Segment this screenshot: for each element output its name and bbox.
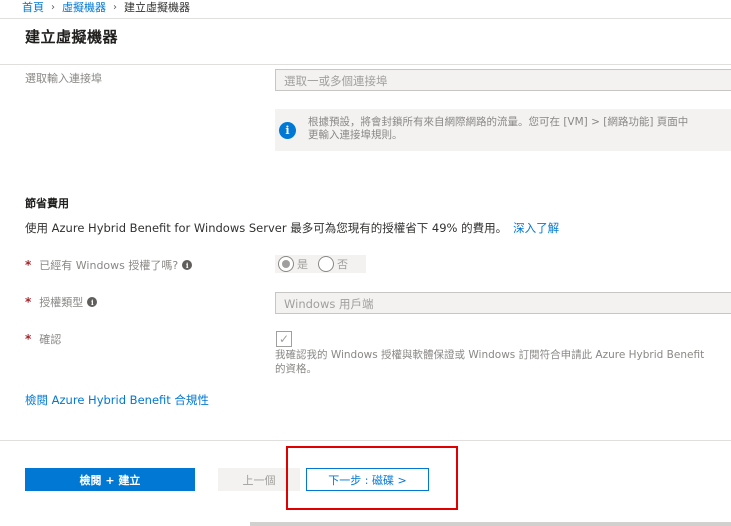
confirm-label: * 確認 — [25, 332, 62, 346]
required-asterisk: * — [25, 258, 32, 272]
breadcrumb: 首頁 › 虛擬機器 › 建立虛擬機器 — [22, 0, 190, 14]
learn-more-link[interactable]: 深入了解 — [513, 221, 559, 235]
title-divider — [0, 64, 731, 65]
info-icon[interactable]: i — [182, 260, 193, 270]
inbound-ports-select[interactable]: 選取一或多個連接埠 — [275, 69, 731, 91]
info-icon[interactable]: i — [87, 297, 98, 307]
required-asterisk: * — [25, 332, 32, 346]
license-type-label: * 授權類型 i — [25, 294, 98, 310]
confirm-text: 我確認我的 Windows 授權與軟體保證或 Windows 訂閱符合申請此 A… — [275, 349, 705, 375]
breadcrumb-virtual-machines[interactable]: 虛擬機器 — [62, 1, 106, 14]
required-asterisk: * — [25, 295, 32, 309]
inbound-ports-info-box: i 根據預設，將會封鎖所有來自網際網路的流量。您可在 [VM] > [網路功能]… — [275, 109, 731, 151]
radio-option-yes[interactable]: 是 — [278, 256, 308, 272]
savings-section-title: 節省費用 — [25, 197, 69, 210]
next-disks-button[interactable]: 下一步 : 磁碟 > — [306, 468, 429, 491]
savings-description: 使用 Azure Hybrid Benefit for Windows Serv… — [25, 221, 560, 235]
breadcrumb-home[interactable]: 首頁 — [22, 1, 44, 14]
header-divider — [0, 18, 731, 19]
breadcrumb-current: 建立虛擬機器 — [124, 0, 190, 14]
info-text: 根據預設，將會封鎖所有來自網際網路的流量。您可在 [VM] > [網路功能] 頁… — [308, 116, 689, 141]
radio-option-no[interactable]: 否 — [318, 256, 348, 272]
breadcrumb-separator: › — [51, 1, 55, 13]
footer-divider — [0, 440, 731, 441]
license-type-select[interactable]: Windows 用戶端 — [275, 292, 731, 314]
review-create-button[interactable]: 檢閱 + 建立 — [25, 468, 195, 491]
info-icon: i — [279, 122, 296, 139]
previous-button[interactable]: 上一個 — [218, 468, 300, 491]
compliance-link[interactable]: 檢閱 Azure Hybrid Benefit 合規性 — [25, 392, 209, 408]
radio-button-yes[interactable] — [278, 256, 294, 272]
has-license-radio-group: 是 否 — [275, 255, 366, 273]
page-title: 建立虛擬機器 — [25, 28, 119, 46]
has-license-label: * 已經有 Windows 授權了嗎? i — [25, 257, 193, 273]
confirm-checkbox[interactable]: ✓ — [276, 331, 292, 347]
radio-button-no[interactable] — [318, 256, 334, 272]
breadcrumb-separator: › — [113, 1, 117, 13]
horizontal-scrollbar[interactable] — [250, 522, 731, 526]
inbound-ports-label: 選取輸入連接埠 — [25, 72, 102, 85]
